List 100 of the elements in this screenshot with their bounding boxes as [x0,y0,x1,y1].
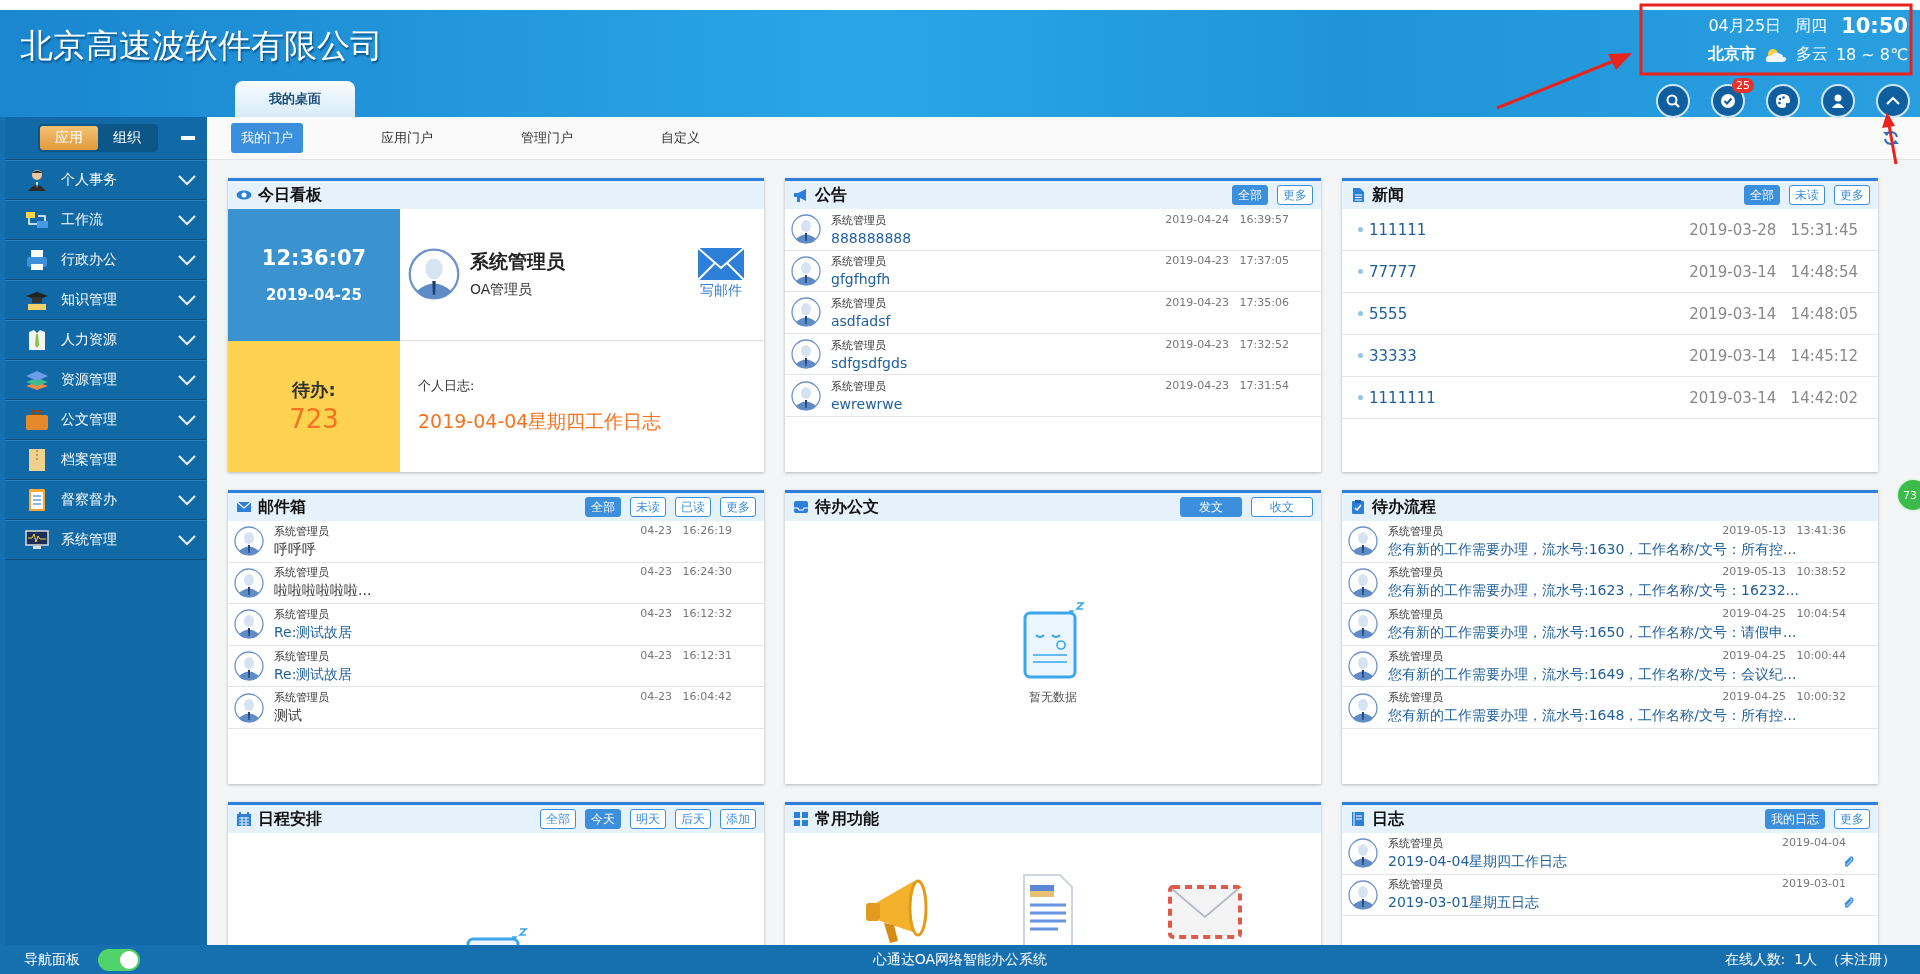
chevron-down-icon[interactable] [177,334,197,346]
author-name: 系统管理员 [274,607,329,622]
chevron-down-icon[interactable] [177,214,197,226]
avatar-icon [791,297,821,328]
nav-item[interactable]: 知识管理 [5,280,207,320]
portal-tab[interactable]: 我的门户 [231,123,303,153]
nav-item[interactable]: 行政办公 [5,240,207,280]
write-mail-button[interactable]: 写邮件 [698,248,744,301]
list-row[interactable]: 系统管理员 2019-04-23 17:35:06 asdfadsf [785,292,1321,334]
filter-button[interactable]: 全部 [1744,185,1780,205]
list-row[interactable]: 系统管理员 2019-04-25 10:00:44 您有新的工作需要办理，流水号:1649，工作名称/文号：会议纪... [1342,645,1878,688]
item-title: 您有新的工作需要办理，流水号:1650，工作名称/文号：请假申... [1388,624,1797,642]
list-row[interactable]: 系统管理员 2019-03-01 2019-03-01星期五日志 [1342,874,1878,917]
company-name: 北京高速波软件有限公司 [20,25,383,67]
refresh-icon[interactable] [1882,129,1900,147]
item-title: 您有新的工作需要办理，流水号:1649，工作名称/文号：会议纪... [1388,665,1797,684]
list-row[interactable]: 系统管理员 2019-04-23 17:31:54 ewrewrwe [785,375,1321,417]
news-row[interactable]: 33333 2019-03-14 14:45:12 [1342,335,1878,377]
toggle-switch[interactable] [98,948,140,971]
chevron-down-icon[interactable] [177,374,197,386]
chevron-down-icon[interactable] [177,494,197,506]
desktop-tab[interactable]: 我的桌面 [235,81,355,117]
filter-button[interactable]: 全部 [540,809,576,829]
news-row[interactable]: 1111111 2019-03-14 14:42:02 [1342,377,1878,419]
nav-item[interactable]: 个人事务 [5,160,207,200]
nav-item[interactable]: 资源管理 [5,360,207,400]
filter-button[interactable]: 我的日志 [1765,809,1825,829]
mode-tab[interactable]: 组织 [98,126,156,150]
list-row[interactable]: 系统管理员 04-23 16:04:42 测试 [228,687,764,729]
author-name: 系统管理员 [831,254,886,270]
list-row[interactable]: 系统管理员 2019-04-24 16:39:57 888888888 [785,209,1321,251]
chevron-down-icon[interactable] [177,454,197,466]
filter-button[interactable]: 已读 [675,497,711,517]
news-row[interactable]: 5555 2019-03-14 14:48:05 [1342,293,1878,335]
news-row[interactable]: 111111 2019-03-28 15:31:45 [1342,209,1878,251]
filter-button[interactable]: 更多 [1834,185,1870,205]
chevron-down-icon[interactable] [177,534,197,546]
panel-title: 日程安排 [258,808,323,830]
filter-button[interactable]: 全部 [585,497,621,517]
briefcase-icon [25,408,49,432]
filter-button[interactable]: 发文 [1180,497,1242,517]
filter-button[interactable]: 后天 [675,809,711,829]
user-button[interactable] [1821,84,1855,118]
panel-title: 邮件箱 [258,496,307,518]
news-title: 111111 [1369,220,1428,239]
item-title: 测试 [274,707,302,726]
list-row[interactable]: 系统管理员 04-23 16:26:19 呼呼呼 [228,521,764,563]
bullet-icon [1358,353,1363,358]
filter-button[interactable]: 更多 [720,497,756,517]
news-row[interactable]: 77777 2019-03-14 14:48:54 [1342,251,1878,293]
palette-button[interactable] [1766,84,1800,118]
list-row[interactable]: 系统管理员 2019-04-04 2019-04-04星期四工作日志 [1342,833,1878,875]
printer-icon [25,248,49,272]
timestamp: 2019-04-23 17:37:05 [1165,254,1290,268]
filter-button[interactable]: 明天 [630,809,666,829]
item-title: asdfadsf [831,313,891,329]
portal-tab[interactable]: 管理门户 [511,123,583,153]
timestamp: 2019-03-14 14:48:05 [1689,304,1858,323]
search-button[interactable] [1656,84,1690,118]
filter-button[interactable]: 添加 [720,809,756,829]
list-row[interactable]: 系统管理员 04-23 16:12:31 Re:测试故居 [228,645,764,688]
monitor-icon [25,528,49,552]
nav-item[interactable]: 系统管理 [5,520,207,560]
chevron-down-icon[interactable] [177,294,197,306]
weekday-text: 周四 [1795,15,1828,37]
portal-tab[interactable]: 应用门户 [371,123,443,153]
nav-item[interactable]: 公文管理 [5,400,207,440]
portal-tab[interactable]: 自定义 [651,123,710,153]
list-row[interactable]: 系统管理员 2019-04-23 17:32:52 sdfgsdfgds [785,333,1321,376]
person-icon [25,168,49,192]
nav-item[interactable]: 档案管理 [5,440,207,480]
chevron-down-icon[interactable] [177,174,197,186]
list-row[interactable]: 系统管理员 2019-04-25 10:04:54 您有新的工作需要办理，流水号:1650，工作名称/文号：请假申... [1342,604,1878,646]
panel-title: 常用功能 [815,808,880,830]
chevron-up-button[interactable] [1876,84,1910,118]
filter-button[interactable]: 今天 [585,809,621,829]
item-title: Re:测试故居 [274,624,353,642]
nav-item[interactable]: 督察督办 [5,480,207,520]
author-name: 系统管理员 [831,379,886,395]
bullet-icon [1358,227,1363,232]
panel-title: 日志 [1372,808,1405,830]
list-row[interactable]: 系统管理员 2019-04-23 17:37:05 gfgfhgfh [785,250,1321,293]
news-title: 77777 [1369,262,1418,281]
filter-button[interactable]: 全部 [1232,185,1268,205]
list-row[interactable]: 系统管理员 04-23 16:12:32 Re:测试故居 [228,604,764,646]
news-title: 1111111 [1369,388,1437,407]
list-row[interactable]: 系统管理员 2019-05-13 13:41:36 您有新的工作需要办理，流水号:1630，工作名称/文号：所有控... [1342,521,1878,563]
list-row[interactable]: 系统管理员 2019-05-13 10:38:52 您有新的工作需要办理，流水号:1623，工作名称/文号：16232... [1342,562,1878,605]
timestamp: 2019-04-23 17:32:52 [1165,337,1290,351]
filter-button[interactable]: 更多 [1277,185,1313,205]
list-row[interactable]: 系统管理员 2019-04-25 10:00:32 您有新的工作需要办理，流水号:1648，工作名称/文号：所有控... [1342,687,1878,729]
filter-button[interactable]: 未读 [1789,185,1825,205]
list-row[interactable]: 系统管理员 04-23 16:24:30 啦啦啦啦啦啦... [228,562,764,605]
chevron-down-icon[interactable] [177,254,197,266]
chevron-down-icon[interactable] [177,414,197,426]
nav-item[interactable]: 工作流 [5,200,207,240]
filter-button[interactable]: 未读 [630,497,666,517]
filter-button[interactable]: 收文 [1251,497,1313,517]
nav-item[interactable]: 人力资源 [5,320,207,360]
filter-button[interactable]: 更多 [1834,809,1870,829]
